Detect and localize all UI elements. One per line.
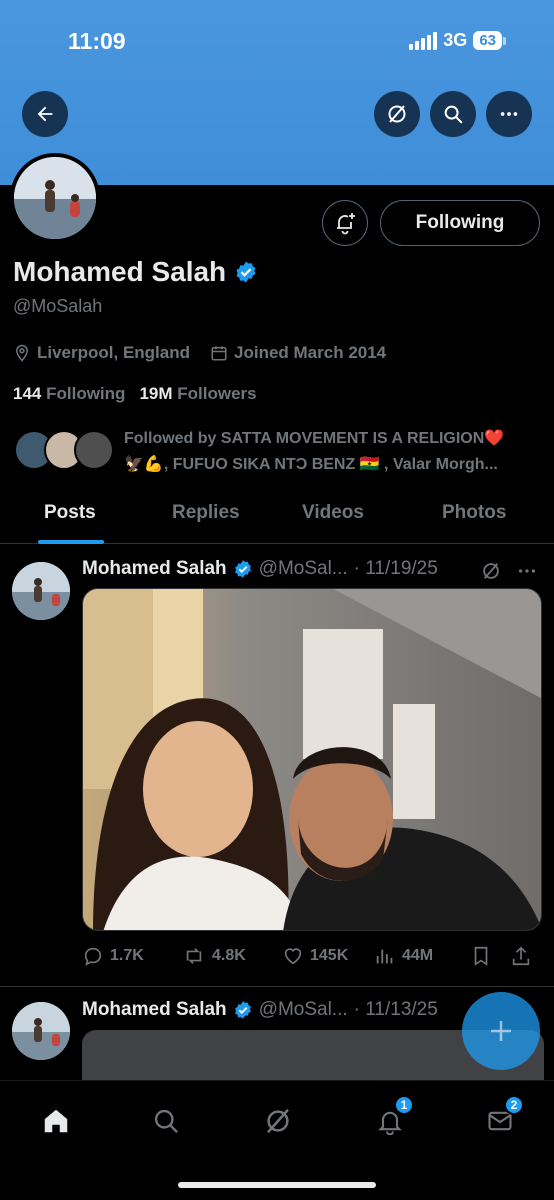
tab-posts[interactable]: Posts	[44, 502, 96, 524]
back-button[interactable]	[22, 91, 68, 137]
tab-replies[interactable]: Replies	[172, 502, 240, 524]
views-action[interactable]: 44M	[374, 945, 470, 967]
tab-photos[interactable]: Photos	[442, 502, 506, 524]
verified-badge-icon	[234, 560, 251, 578]
search-button[interactable]	[430, 91, 476, 137]
heart-icon	[284, 948, 302, 965]
post-avatar[interactable]	[12, 562, 70, 620]
bookmark-action[interactable]	[470, 945, 510, 967]
post-divider	[0, 986, 554, 987]
profile-avatar[interactable]	[10, 153, 100, 243]
plus-icon	[491, 1021, 511, 1041]
like-action[interactable]: 145K	[282, 945, 374, 967]
calendar-icon	[211, 346, 227, 361]
more-button[interactable]	[486, 91, 532, 137]
more-horizontal-icon	[500, 112, 518, 116]
post-header: Mohamed Salah @MoSal... · 11/13/25	[82, 999, 438, 1021]
grok-icon	[388, 105, 406, 123]
profile-tabs: Posts Replies Videos Photos	[0, 494, 554, 544]
post-author-name[interactable]: Mohamed Salah	[82, 558, 227, 580]
views-chart-icon	[376, 949, 393, 964]
post-header: Mohamed Salah @MoSal... · 11/19/25	[82, 558, 438, 580]
nav-grok[interactable]	[258, 1103, 298, 1139]
verified-badge-icon	[234, 1001, 251, 1019]
notifications-toggle-button[interactable]	[322, 200, 368, 246]
grok-icon	[267, 1108, 289, 1134]
nav-home[interactable]	[36, 1103, 76, 1139]
grok-button[interactable]	[374, 91, 420, 137]
location-pin-icon	[15, 344, 29, 362]
bell-plus-icon	[337, 213, 355, 235]
profile-meta: Liverpool, England Joined March 2014	[13, 343, 400, 363]
bookmark-icon	[474, 946, 488, 966]
status-indicators: 3G 63	[409, 30, 506, 51]
reply-action[interactable]: 1.7K	[82, 945, 182, 967]
network-type: 3G	[443, 30, 468, 50]
messages-badge: 2	[504, 1095, 524, 1115]
status-time: 11:09	[68, 28, 126, 54]
post-photo[interactable]	[82, 588, 542, 931]
signal-icon	[409, 31, 438, 50]
follow-stats: 144 Following 19M Followers	[13, 384, 257, 404]
repost-action[interactable]: 4.8K	[182, 945, 282, 967]
battery-level: 63	[473, 31, 502, 50]
joined-item: Joined March 2014	[210, 343, 386, 363]
more-horizontal-icon[interactable]	[516, 560, 538, 582]
following-stat[interactable]: 144 Following	[13, 384, 125, 404]
verified-badge-icon[interactable]	[234, 260, 258, 284]
nav-messages[interactable]: 2	[480, 1095, 524, 1139]
post-author-handle[interactable]: @MoSal...	[259, 999, 348, 1021]
home-indicator	[178, 1182, 376, 1188]
nav-notifications[interactable]: 1	[370, 1095, 414, 1139]
search-icon	[154, 1109, 178, 1133]
location-text: Liverpool, England	[37, 343, 191, 362]
post-date[interactable]: · 11/19/25	[354, 558, 438, 580]
battery-icon: 63	[473, 31, 506, 50]
share-action[interactable]	[510, 945, 540, 967]
active-tab-indicator	[38, 540, 104, 544]
followers-stat[interactable]: 19M Followers	[139, 384, 256, 404]
post-author-name[interactable]: Mohamed Salah	[82, 999, 227, 1021]
grok-icon[interactable]	[480, 560, 502, 582]
profile-name: Mohamed Salah	[13, 256, 227, 287]
followed-by-text: Followed by SATTA MOVEMENT IS A RELIGION…	[124, 430, 505, 473]
notifications-badge: 1	[394, 1095, 414, 1115]
share-icon	[512, 946, 530, 966]
following-button[interactable]: Following	[380, 200, 540, 246]
compose-button[interactable]	[462, 992, 540, 1070]
post-author-handle[interactable]: @MoSal...	[259, 558, 348, 580]
reply-icon	[84, 947, 102, 966]
post-actions: 1.7K 4.8K 145K 44M	[82, 942, 542, 970]
followed-by-row[interactable]: Followed by SATTA MOVEMENT IS A RELIGION…	[14, 426, 544, 478]
joined-text: Joined March 2014	[234, 343, 387, 362]
repost-icon	[186, 948, 202, 964]
profile-name-row: Mohamed Salah	[13, 256, 258, 288]
nav-search[interactable]	[146, 1103, 186, 1139]
tab-videos[interactable]: Videos	[302, 502, 364, 524]
arrow-left-icon	[37, 106, 53, 122]
post-avatar[interactable]	[12, 1002, 70, 1060]
post-date[interactable]: · 11/13/25	[354, 999, 438, 1021]
followed-by-avatars	[14, 430, 114, 472]
home-icon	[44, 1109, 68, 1133]
search-icon	[444, 105, 463, 124]
profile-handle: @MoSalah	[13, 296, 103, 316]
location-item: Liverpool, England	[13, 343, 190, 363]
